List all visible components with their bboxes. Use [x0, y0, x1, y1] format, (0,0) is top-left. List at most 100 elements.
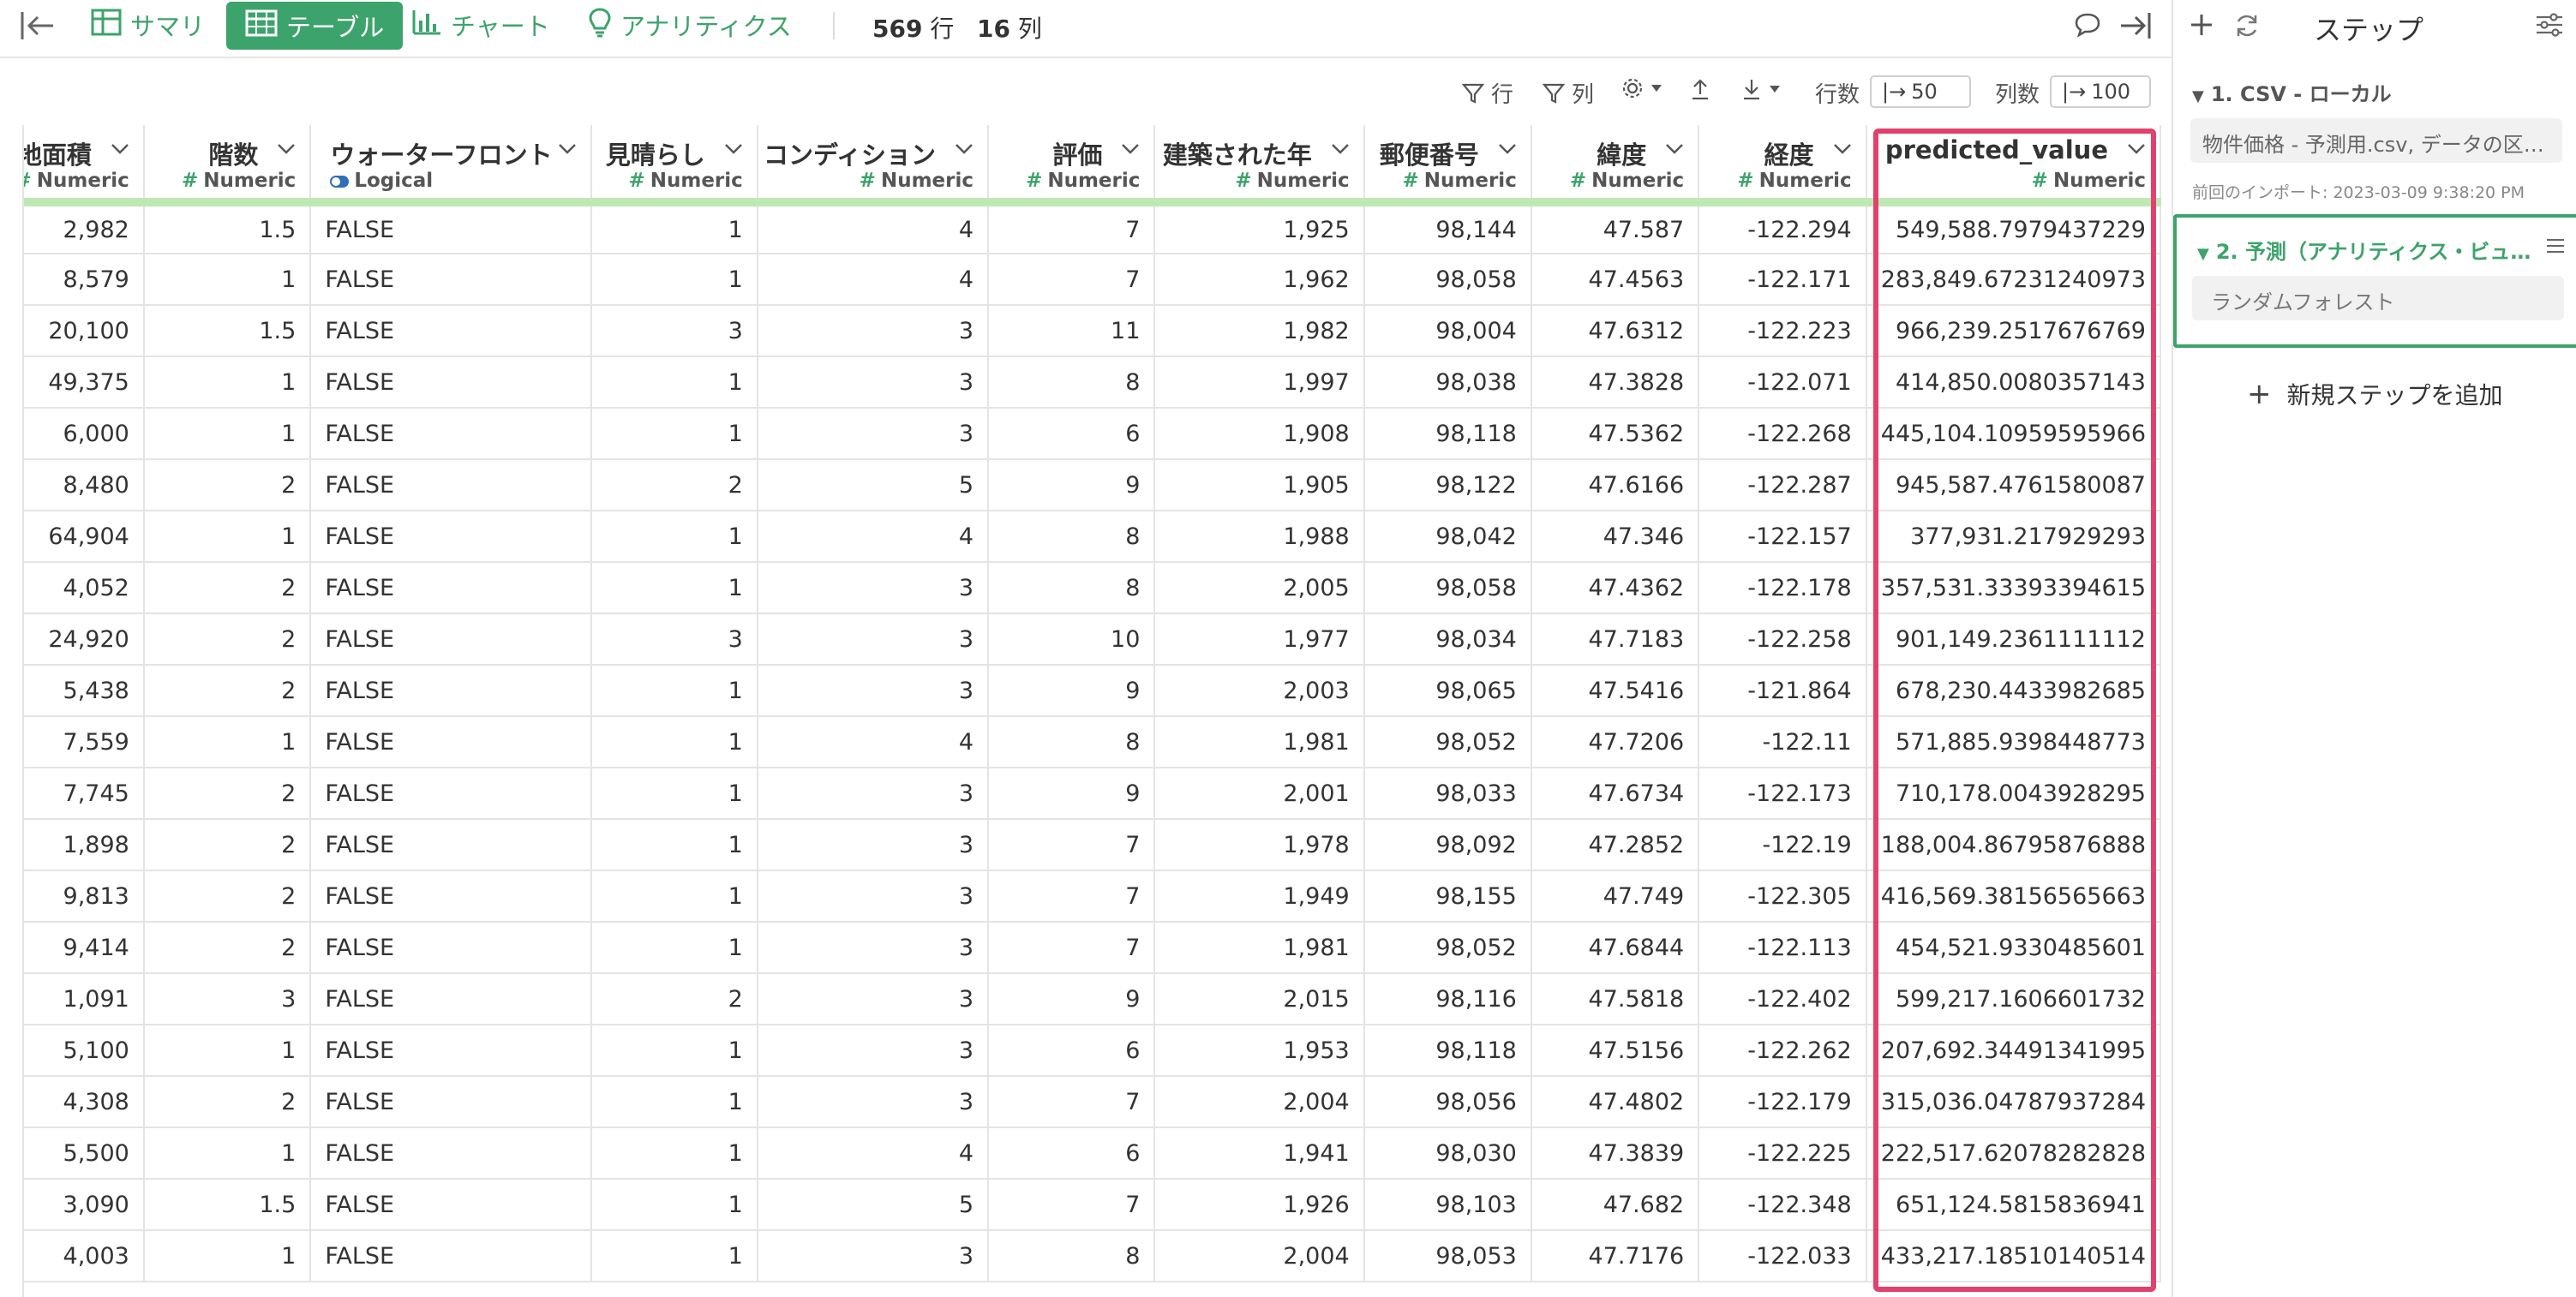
table-cell[interactable]: 1: [590, 1127, 758, 1180]
step-1-header[interactable]: ▼ 1. CSV - ローカル: [2192, 77, 2392, 107]
collapse-left-icon[interactable]: [19, 9, 57, 43]
table-cell[interactable]: 98,155: [1363, 870, 1532, 923]
table-cell[interactable]: 8: [988, 1230, 1156, 1282]
table-cell[interactable]: 1: [143, 254, 312, 306]
table-cell[interactable]: FALSE: [310, 973, 592, 1025]
table-cell[interactable]: 3: [590, 305, 758, 357]
comment-icon[interactable]: [2074, 12, 2101, 41]
table-cell[interactable]: 20,100: [24, 305, 145, 357]
table-cell[interactable]: 4,003: [24, 1230, 145, 1282]
table-cell[interactable]: 8: [988, 562, 1156, 614]
table-cell[interactable]: 98,033: [1363, 768, 1532, 820]
table-cell[interactable]: 2: [143, 613, 312, 666]
table-cell[interactable]: 5,100: [24, 1025, 145, 1077]
column-header[interactable]: 階数 # Numeric: [143, 125, 312, 206]
table-cell[interactable]: 47.4802: [1531, 1076, 1700, 1128]
table-cell[interactable]: 1: [590, 922, 758, 974]
table-cell[interactable]: 2,003: [1154, 665, 1365, 717]
table-cell[interactable]: 47.346: [1531, 511, 1700, 563]
table-cell[interactable]: 222,517.62078282828: [1866, 1127, 2161, 1180]
table-cell[interactable]: FALSE: [310, 1127, 592, 1180]
table-cell[interactable]: 1,926: [1154, 1179, 1365, 1231]
table-cell[interactable]: 98,116: [1363, 973, 1532, 1025]
table-cell[interactable]: 1.5: [143, 305, 312, 357]
table-cell[interactable]: 47.682: [1531, 1179, 1700, 1231]
table-cell[interactable]: 3: [757, 1025, 990, 1077]
table-cell[interactable]: 3: [757, 408, 990, 460]
table-cell[interactable]: 98,118: [1363, 408, 1532, 460]
table-cell[interactable]: 2,004: [1154, 1230, 1365, 1282]
table-cell[interactable]: FALSE: [310, 1230, 592, 1282]
table-cell[interactable]: 47.2852: [1531, 819, 1700, 871]
table-cell[interactable]: -122.223: [1698, 305, 1867, 357]
table-cell[interactable]: 47.6844: [1531, 922, 1700, 974]
table-cell[interactable]: 47.5818: [1531, 973, 1700, 1025]
table-cell[interactable]: 47.6166: [1531, 459, 1700, 511]
table-cell[interactable]: 1,997: [1154, 356, 1365, 409]
table-cell[interactable]: 7: [988, 819, 1156, 871]
table-cell[interactable]: 47.5156: [1531, 1025, 1700, 1077]
table-cell[interactable]: 1,941: [1154, 1127, 1365, 1180]
table-cell[interactable]: FALSE: [310, 562, 592, 614]
table-cell[interactable]: 98,058: [1363, 562, 1532, 614]
table-cell[interactable]: 98,144: [1363, 202, 1532, 254]
collapse-right-icon[interactable]: [2118, 10, 2153, 45]
step-2-model[interactable]: ランダムフォレスト: [2192, 276, 2564, 320]
table-cell[interactable]: 1: [590, 562, 758, 614]
table-cell[interactable]: -122.287: [1698, 459, 1867, 511]
table-cell[interactable]: 4: [757, 511, 990, 563]
table-cell[interactable]: 3: [757, 870, 990, 923]
table-cell[interactable]: -122.258: [1698, 613, 1867, 666]
table-cell[interactable]: 188,004.86795876888: [1866, 819, 2161, 871]
table-cell[interactable]: 5,500: [24, 1127, 145, 1180]
table-cell[interactable]: 1.5: [143, 202, 312, 254]
table-cell[interactable]: 5: [757, 1179, 990, 1231]
table-cell[interactable]: 3: [757, 819, 990, 871]
column-header[interactable]: コンディション # Numeric: [757, 125, 990, 206]
table-cell[interactable]: 9: [988, 768, 1156, 820]
table-cell[interactable]: 1: [590, 665, 758, 717]
table-cell[interactable]: 11: [988, 305, 1156, 357]
table-cell[interactable]: 1: [590, 1230, 758, 1282]
table-cell[interactable]: -122.171: [1698, 254, 1867, 306]
table-cell[interactable]: 1.5: [143, 1179, 312, 1231]
table-cell[interactable]: 2: [590, 459, 758, 511]
table-cell[interactable]: FALSE: [310, 459, 592, 511]
table-cell[interactable]: -122.179: [1698, 1076, 1867, 1128]
table-cell[interactable]: FALSE: [310, 665, 592, 717]
table-cell[interactable]: 98,034: [1363, 613, 1532, 666]
table-cell[interactable]: 2: [143, 870, 312, 923]
table-cell[interactable]: -122.262: [1698, 1025, 1867, 1077]
table-cell[interactable]: 7: [988, 1179, 1156, 1231]
table-cell[interactable]: 24,920: [24, 613, 145, 666]
table-cell[interactable]: 1: [143, 716, 312, 768]
chevron-down-icon[interactable]: [111, 142, 129, 158]
table-cell[interactable]: -122.294: [1698, 202, 1867, 254]
chevron-down-icon[interactable]: [2127, 142, 2146, 158]
table-cell[interactable]: 1: [143, 1025, 312, 1077]
table-cell[interactable]: 1: [590, 819, 758, 871]
table-cell[interactable]: 8,579: [24, 254, 145, 306]
table-cell[interactable]: 1,908: [1154, 408, 1365, 460]
add-step-button[interactable]: + 新規ステップを追加: [2247, 377, 2503, 411]
table-cell[interactable]: 1,905: [1154, 459, 1365, 511]
table-cell[interactable]: 3: [757, 1230, 990, 1282]
table-cell[interactable]: 2,001: [1154, 768, 1365, 820]
table-cell[interactable]: 1,962: [1154, 254, 1365, 306]
table-cell[interactable]: 9,414: [24, 922, 145, 974]
table-cell[interactable]: 2: [143, 562, 312, 614]
column-header[interactable]: 見晴らし # Numeric: [590, 125, 758, 206]
table-cell[interactable]: 3: [757, 922, 990, 974]
column-header[interactable]: 評価 # Numeric: [988, 125, 1156, 206]
table-cell[interactable]: 3: [757, 613, 990, 666]
table-cell[interactable]: 98,052: [1363, 716, 1532, 768]
table-cell[interactable]: 47.7206: [1531, 716, 1700, 768]
table-cell[interactable]: 651,124.5815836941: [1866, 1179, 2161, 1231]
table-cell[interactable]: 1,978: [1154, 819, 1365, 871]
table-cell[interactable]: 7: [988, 922, 1156, 974]
table-cell[interactable]: 3: [757, 1076, 990, 1128]
chevron-down-icon[interactable]: [955, 142, 973, 158]
table-cell[interactable]: 1,988: [1154, 511, 1365, 563]
table-cell[interactable]: 98,058: [1363, 254, 1532, 306]
table-cell[interactable]: 7,559: [24, 716, 145, 768]
